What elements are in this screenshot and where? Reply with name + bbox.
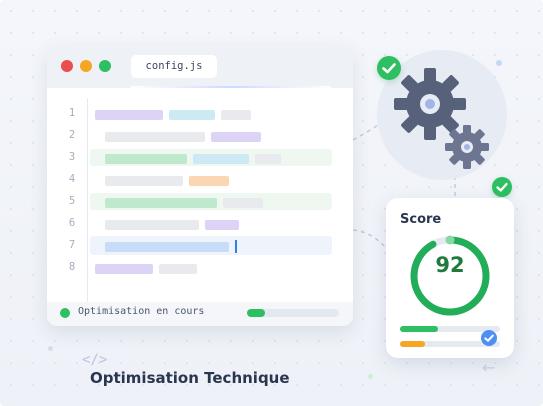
progress-fill (247, 309, 266, 317)
line-number: 7 (68, 239, 76, 251)
line-number: 8 (68, 261, 76, 273)
code-token (95, 110, 163, 120)
decor-dot (368, 374, 373, 379)
line-number: 5 (68, 195, 76, 207)
code-token (95, 264, 153, 274)
code-token (221, 110, 251, 120)
code-token (223, 198, 263, 208)
illustration-canvas: config.js 1 2 3 4 5 6 7 8 Optimisation e… (0, 0, 543, 406)
code-token (105, 154, 187, 164)
code-token (105, 242, 229, 252)
text-cursor (235, 240, 237, 253)
line-number: 2 (68, 129, 76, 141)
illustration-title: Optimisation Technique (90, 369, 290, 387)
code-token (105, 220, 199, 230)
score-ring-knob (445, 235, 455, 245)
code-editor-window: config.js 1 2 3 4 5 6 7 8 Optimisation e… (47, 46, 353, 326)
gutter-divider (87, 98, 88, 320)
status-text: Optimisation en cours (78, 306, 205, 317)
code-token (255, 154, 281, 164)
optimization-progress-bar (247, 309, 339, 317)
check-icon (377, 56, 401, 80)
check-icon (492, 177, 512, 197)
code-token (205, 220, 239, 230)
window-minimize-dot[interactable] (80, 60, 92, 72)
metric-bar-fill (400, 326, 438, 332)
line-number: 1 (68, 107, 76, 119)
code-token (189, 176, 229, 186)
line-number: 3 (68, 151, 76, 163)
file-tab[interactable]: config.js (131, 55, 217, 78)
code-token (193, 154, 249, 164)
decor-dot (496, 60, 502, 66)
window-maximize-dot[interactable] (99, 60, 111, 72)
code-token (105, 132, 205, 142)
code-token (105, 198, 217, 208)
editor-titlebar: config.js (47, 46, 353, 88)
line-number: 6 (68, 217, 76, 229)
score-value: 92 (435, 253, 465, 277)
window-close-dot[interactable] (61, 60, 73, 72)
score-title: Score (400, 212, 442, 227)
code-brackets-icon: </> (82, 352, 108, 368)
code-token (211, 132, 261, 142)
arrow-left-icon: ← (482, 358, 496, 377)
gear-icon (445, 125, 489, 169)
line-number: 4 (68, 173, 76, 185)
code-token (169, 110, 215, 120)
code-token (105, 176, 183, 186)
check-icon (481, 330, 497, 346)
tab-accent-line (131, 86, 331, 88)
metric-bar-fill (400, 341, 425, 347)
score-card: Score 92 (386, 198, 514, 358)
status-indicator-dot (60, 308, 70, 318)
code-token (159, 264, 197, 274)
decor-dot (48, 346, 53, 351)
